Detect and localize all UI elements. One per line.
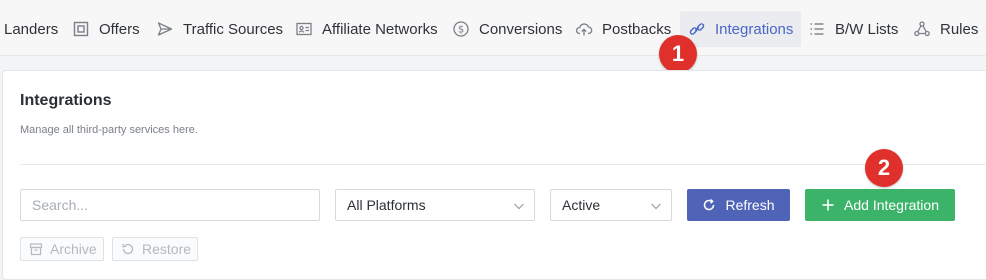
offers-icon bbox=[72, 20, 90, 38]
archive-button-label: Archive bbox=[50, 241, 97, 257]
page-subtitle: Manage all third-party services here. bbox=[20, 124, 198, 136]
refresh-icon bbox=[702, 198, 716, 212]
svg-text:$: $ bbox=[458, 25, 464, 36]
nav-item-conversions[interactable]: $ Conversions bbox=[452, 11, 562, 47]
nav-item-label: Integrations bbox=[715, 20, 794, 38]
cloud-upload-icon bbox=[575, 20, 593, 38]
nav-item-offers[interactable]: Offers bbox=[72, 11, 140, 47]
refresh-button[interactable]: Refresh bbox=[687, 189, 790, 221]
list-icon bbox=[808, 20, 826, 38]
nav-item-label: B/W Lists bbox=[835, 20, 899, 38]
status-select-value: Active bbox=[562, 197, 601, 213]
plus-icon bbox=[821, 198, 835, 212]
platform-select-value: All Platforms bbox=[347, 197, 426, 213]
dollar-circle-icon: $ bbox=[452, 20, 470, 38]
refresh-button-label: Refresh bbox=[725, 197, 775, 213]
annotation-badge-1: 1 bbox=[659, 35, 697, 73]
top-navigation: Landers Offers Traffic Sources Affiliate… bbox=[0, 0, 986, 56]
nav-item-bw-lists[interactable]: B/W Lists bbox=[808, 11, 898, 47]
nav-item-label: Rules bbox=[940, 20, 979, 38]
status-select[interactable]: Active bbox=[550, 189, 672, 221]
add-integration-button[interactable]: Add Integration bbox=[805, 189, 955, 221]
nav-item-label: Postbacks bbox=[602, 20, 672, 38]
archive-button[interactable]: Archive bbox=[20, 237, 104, 261]
restore-button-label: Restore bbox=[142, 241, 192, 257]
nav-item-label: Conversions bbox=[479, 20, 563, 38]
archive-icon bbox=[29, 242, 43, 256]
nav-item-label: Affiliate Networks bbox=[322, 20, 438, 38]
annotation-badge-2: 2 bbox=[865, 149, 903, 187]
nav-item-label: Landers bbox=[4, 20, 59, 38]
nav-item-postbacks[interactable]: Postbacks bbox=[575, 11, 671, 47]
nav-item-rules[interactable]: Rules bbox=[913, 11, 978, 47]
nodes-icon bbox=[913, 20, 931, 38]
nav-item-label: Traffic Sources bbox=[183, 20, 284, 38]
nav-item-landers[interactable]: Landers bbox=[4, 11, 58, 47]
integrations-panel: Integrations Manage all third-party serv… bbox=[2, 70, 986, 280]
nav-item-affiliate-networks[interactable]: Affiliate Networks bbox=[295, 11, 438, 47]
chevron-down-icon bbox=[651, 203, 661, 210]
page-title: Integrations bbox=[20, 92, 112, 109]
search-field[interactable] bbox=[20, 189, 320, 221]
chevron-down-icon bbox=[514, 203, 524, 210]
platform-select[interactable]: All Platforms bbox=[335, 189, 535, 221]
search-input[interactable] bbox=[32, 197, 308, 213]
nav-item-traffic-sources[interactable]: Traffic Sources bbox=[156, 11, 283, 47]
add-integration-button-label: Add Integration bbox=[844, 197, 939, 213]
divider bbox=[20, 164, 986, 165]
link-icon bbox=[688, 20, 706, 38]
nav-item-integrations[interactable]: Integrations bbox=[680, 11, 802, 47]
nav-item-label: Offers bbox=[99, 20, 140, 38]
restore-icon bbox=[121, 242, 135, 256]
send-icon bbox=[156, 20, 174, 38]
id-card-icon bbox=[295, 20, 313, 38]
restore-button[interactable]: Restore bbox=[112, 237, 198, 261]
